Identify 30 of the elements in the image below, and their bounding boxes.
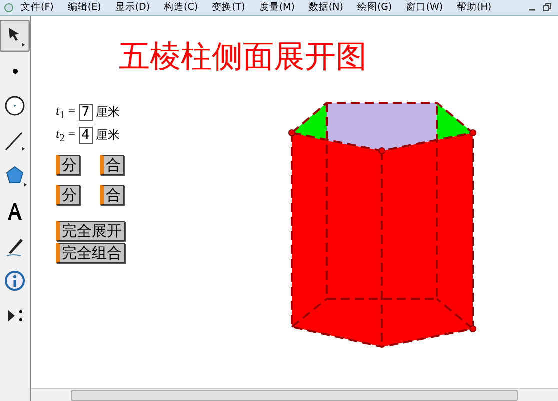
menu-item[interactable]: 绘图(G) — [350, 1, 400, 14]
restore-icon[interactable] — [543, 3, 552, 12]
action-button[interactable]: 合 — [100, 185, 124, 205]
menu-item[interactable]: 编辑(E) — [60, 1, 108, 14]
menu-item[interactable]: 构造(C) — [157, 1, 206, 14]
unit-label: 厘米 — [96, 104, 120, 121]
parameter-value[interactable]: 4 — [78, 127, 93, 144]
menu-item[interactable]: 数据(N) — [302, 1, 350, 14]
action-button[interactable]: 完全组合 — [56, 243, 125, 263]
parameter-label: t$_{2}$ = — [56, 126, 76, 145]
tool-button[interactable] — [0, 20, 30, 52]
app-icon — [4, 2, 14, 12]
action-button[interactable]: 分 — [56, 185, 80, 205]
action-button[interactable]: 分 — [56, 155, 80, 175]
menu-item[interactable]: 显示(D) — [108, 1, 158, 14]
menu-item[interactable]: 度量(M) — [252, 1, 302, 14]
info-icon — [3, 269, 27, 293]
action-button[interactable]: 合 — [100, 155, 124, 175]
action-button[interactable]: 完全展开 — [56, 221, 125, 241]
parameter-label: t$_{1}$ = — [56, 103, 76, 122]
menu-item[interactable]: 变换(T) — [205, 1, 252, 14]
menu-item[interactable]: 帮助(H) — [450, 1, 499, 14]
diagram-title: 五棱柱侧面展开图 — [119, 38, 367, 77]
circle-icon — [3, 94, 27, 118]
point-icon — [12, 68, 18, 74]
scrollbar-thumb[interactable] — [71, 390, 518, 400]
parameter-value[interactable]: 7 — [78, 104, 93, 121]
unit-label: 厘米 — [96, 127, 120, 144]
menu-item[interactable]: 窗口(W) — [399, 1, 450, 14]
menu-item[interactable]: 文件(F) — [14, 1, 61, 14]
